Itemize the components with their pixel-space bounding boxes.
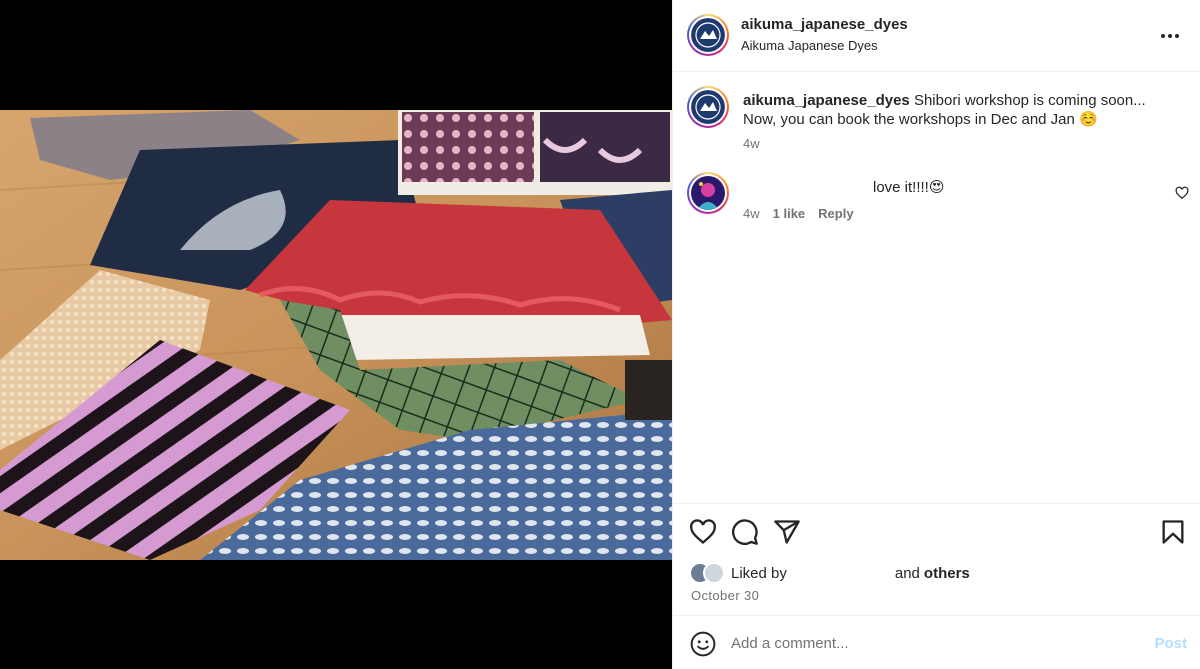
author-logo-icon xyxy=(691,90,725,124)
liker-avatar xyxy=(703,562,725,584)
liked-by-suffix: and xyxy=(894,564,920,582)
liked-by-row: Liked by and others xyxy=(689,562,970,584)
heart-icon[interactable] xyxy=(689,518,717,546)
post-media xyxy=(0,0,672,669)
commenter-avatar[interactable] xyxy=(687,172,729,214)
add-comment-bar: Post xyxy=(673,615,1200,669)
liked-by-others[interactable]: others xyxy=(924,565,970,582)
comment-bubble-icon[interactable] xyxy=(731,518,759,546)
comment-likes[interactable]: 1 like xyxy=(773,206,806,221)
bookmark-icon[interactable] xyxy=(1159,518,1187,546)
caption-author-avatar[interactable] xyxy=(687,86,729,128)
emoji-smile-icon[interactable] xyxy=(690,631,716,657)
post-date[interactable]: October 30 xyxy=(691,588,759,603)
liker-avatars[interactable] xyxy=(689,562,727,584)
caption-text-block: aikuma_japanese_dyes Shibori workshop is… xyxy=(743,91,1183,129)
comment-item: love it!!!!😍 4w 1 like Reply xyxy=(673,172,1200,232)
comment-heart-icon[interactable] xyxy=(1175,186,1189,200)
commenter-avatar-image xyxy=(691,176,725,210)
shibori-fabrics-photo xyxy=(0,110,672,560)
comment-text: love it!!!!😍 xyxy=(873,179,945,196)
more-horizontal-icon[interactable] xyxy=(1158,26,1182,46)
author-username[interactable]: aikuma_japanese_dyes xyxy=(741,16,908,33)
author-logo-icon xyxy=(691,18,725,52)
caption-username[interactable]: aikuma_japanese_dyes xyxy=(743,92,910,109)
post-photo[interactable] xyxy=(0,110,672,560)
post-header: aikuma_japanese_dyes Aikuma Japanese Dye… xyxy=(673,0,1200,72)
author-avatar[interactable] xyxy=(687,14,729,56)
comment-reply-button[interactable]: Reply xyxy=(818,206,853,221)
add-comment-input[interactable] xyxy=(731,628,1131,658)
paper-plane-icon[interactable] xyxy=(773,518,801,546)
post-viewer: aikuma_japanese_dyes Aikuma Japanese Dye… xyxy=(0,0,1200,669)
liked-by-prefix: Liked by xyxy=(731,564,787,582)
author-subtitle[interactable]: Aikuma Japanese Dyes xyxy=(741,38,878,53)
post-comment-button[interactable]: Post xyxy=(1154,635,1187,652)
comment-time[interactable]: 4w xyxy=(743,206,760,221)
commenter-username-redacted xyxy=(743,178,869,196)
comment-meta: 4w 1 like Reply xyxy=(743,206,854,221)
post-actions: Liked by and others October 30 xyxy=(673,503,1200,615)
post-side-panel: aikuma_japanese_dyes Aikuma Japanese Dye… xyxy=(672,0,1200,669)
caption-time[interactable]: 4w xyxy=(743,136,760,151)
